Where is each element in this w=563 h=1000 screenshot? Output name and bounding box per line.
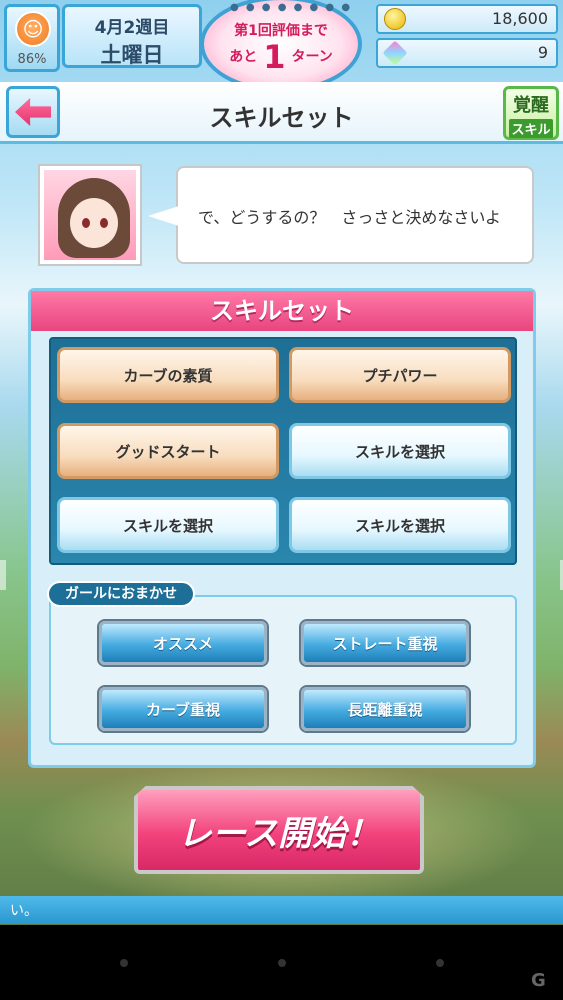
- race-start-label: レース開始！: [177, 813, 381, 854]
- turns-prefix: あと: [229, 49, 258, 65]
- evaluation-countdown-badge: ● ● ● ● ● ● ● ● 第1回評価まで あと 1 ターン: [200, 0, 362, 92]
- skill-slot-grid: カーブの素質 プチパワー グッドスタート スキルを選択 スキルを選択 スキルを選…: [49, 337, 517, 565]
- ticker-text: い。: [10, 903, 38, 919]
- turns-suffix: ターン: [291, 49, 333, 65]
- panel-title: スキルセット: [210, 297, 354, 325]
- nav-back-icon[interactable]: [120, 959, 128, 967]
- skill-slot-2[interactable]: プチパワー: [289, 347, 511, 403]
- portrait-eye-left: [82, 218, 90, 228]
- week-label: 4月2週目: [94, 18, 170, 38]
- calendar-date: 4月2週目 土曜日: [62, 4, 202, 68]
- curve-focus-button[interactable]: カーブ重視: [99, 687, 267, 731]
- skill-slot-3[interactable]: グッドスタート: [57, 423, 279, 479]
- status-bar: ☺ 86% 4月2週目 土曜日 ● ● ● ● ● ● ● ● 第1回評価まで …: [0, 0, 563, 92]
- speech-bubble: で、どうするの？ さっさと決めなさいよ: [176, 166, 534, 264]
- day-label: 土曜日: [100, 43, 164, 67]
- straight-focus-button[interactable]: ストレート重視: [301, 621, 469, 665]
- auto-select-section: オススメ ストレート重視 カーブ重視 長距離重視: [49, 595, 517, 745]
- awaken-skill-button[interactable]: 覚醒 スキル: [503, 86, 559, 140]
- coin-counter: 18,600: [376, 4, 558, 34]
- skill-slot-6[interactable]: スキルを選択: [289, 497, 511, 553]
- recommend-button[interactable]: オススメ: [99, 621, 267, 665]
- panel-header: スキルセット: [31, 291, 533, 331]
- character-portrait: [40, 166, 140, 264]
- skill-set-panel: スキルセット カーブの素質 プチパワー グッドスタート スキルを選択 スキルを選…: [28, 288, 536, 768]
- news-ticker: い。: [0, 896, 563, 924]
- portrait-eye-right: [100, 218, 108, 228]
- awaken-label: 覚醒: [513, 95, 549, 116]
- condition-percent: 86%: [17, 52, 47, 67]
- evaluation-title: 第1回評価まで: [234, 23, 328, 39]
- site-watermark-icon: G: [531, 970, 546, 991]
- skill-slot-1[interactable]: カーブの素質: [57, 347, 279, 403]
- ring-binding-icon: ● ● ● ● ● ● ● ●: [230, 2, 353, 13]
- coin-icon: [384, 8, 406, 30]
- skill-slot-5[interactable]: スキルを選択: [57, 497, 279, 553]
- gem-icon: [382, 40, 408, 66]
- gem-value: 9: [537, 43, 548, 62]
- turns-number: 1: [263, 38, 286, 76]
- nav-home-icon[interactable]: [278, 959, 286, 967]
- turns-remaining: あと 1 ターン: [204, 38, 358, 76]
- title-bar: スキルセット 覚醒 スキル: [0, 82, 563, 144]
- nav-recent-icon[interactable]: [436, 959, 444, 967]
- auto-select-label: ガールにおまかせ: [47, 581, 195, 607]
- long-distance-focus-button[interactable]: 長距離重視: [301, 687, 469, 731]
- skill-slot-4[interactable]: スキルを選択: [289, 423, 511, 479]
- condition-indicator[interactable]: ☺ 86%: [4, 4, 60, 72]
- gem-counter: 9: [376, 38, 558, 68]
- dialogue-text: で、どうするの？ さっさと決めなさいよ: [198, 208, 502, 227]
- race-start-button[interactable]: レース開始！: [134, 786, 424, 874]
- coin-value: 18,600: [492, 9, 548, 28]
- page-title: スキルセット: [209, 104, 354, 132]
- system-nav-bar: G: [0, 925, 563, 1000]
- portrait-face: [70, 198, 118, 248]
- skill-label: スキル: [509, 119, 553, 138]
- mood-face-icon: ☺: [15, 11, 51, 47]
